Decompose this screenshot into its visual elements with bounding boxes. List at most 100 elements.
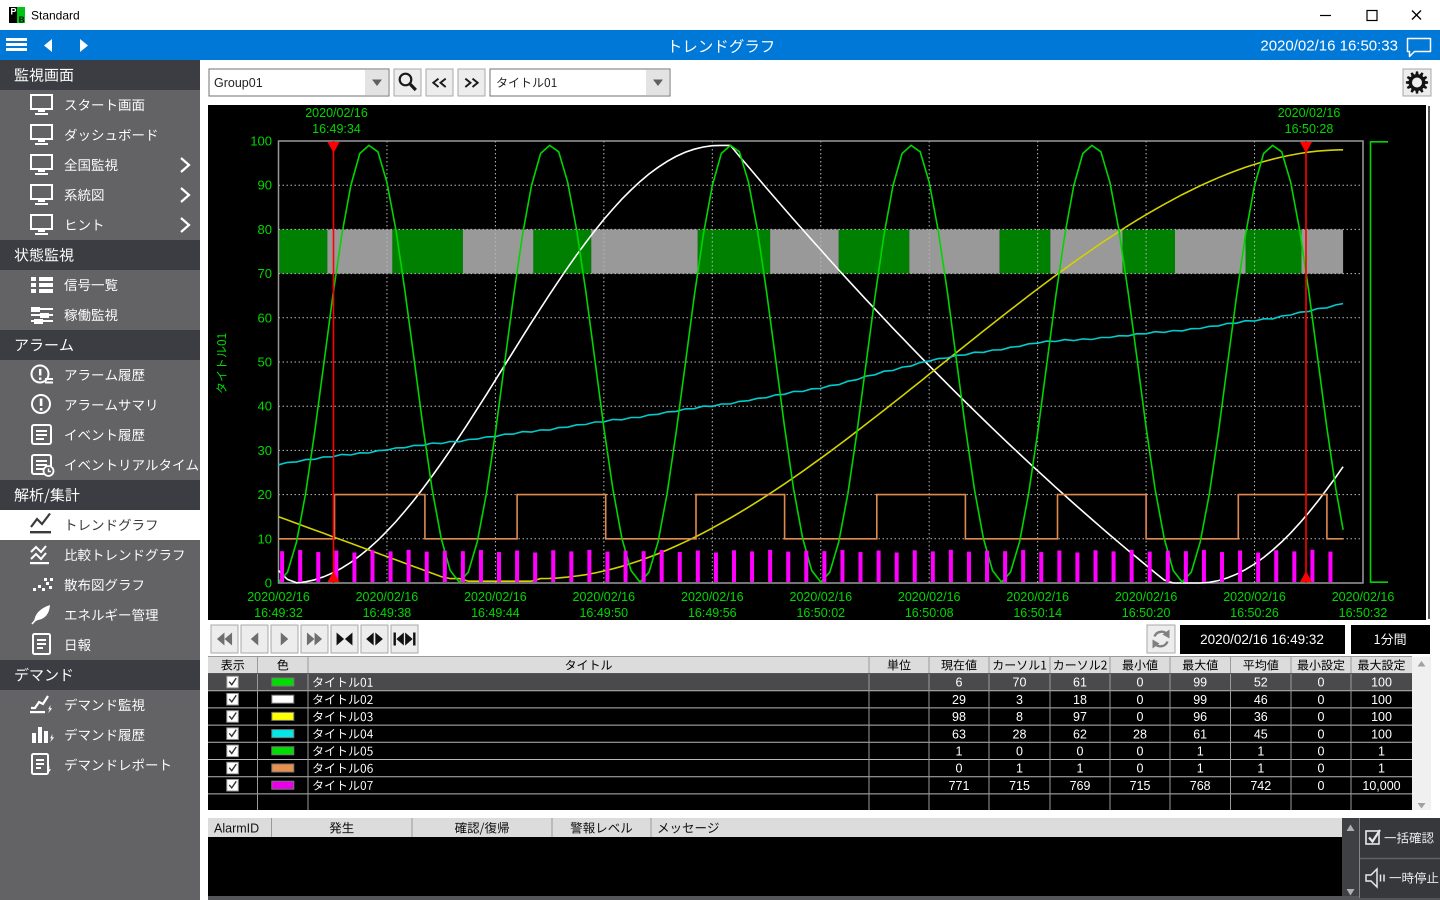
svg-text:16:50:20: 16:50:20: [1122, 606, 1171, 620]
svg-text:1: 1: [956, 745, 963, 759]
svg-text:715: 715: [1130, 779, 1151, 793]
svg-text:100: 100: [1371, 727, 1392, 741]
svg-text:AlarmID: AlarmID: [214, 822, 259, 836]
svg-text:6: 6: [956, 676, 963, 690]
svg-text:768: 768: [1190, 779, 1211, 793]
svg-text:16:49:38: 16:49:38: [363, 606, 412, 620]
svg-text:100: 100: [1371, 710, 1392, 724]
svg-text:0: 0: [1137, 676, 1144, 690]
svg-text:18: 18: [1073, 693, 1087, 707]
svg-text:16:50:02: 16:50:02: [796, 606, 845, 620]
svg-text:1: 1: [1257, 762, 1264, 776]
svg-text:99: 99: [1193, 693, 1207, 707]
svg-text:2020/02/16: 2020/02/16: [1223, 590, 1286, 604]
svg-text:50: 50: [258, 355, 272, 370]
svg-text:16:49:56: 16:49:56: [688, 606, 737, 620]
svg-text:16:49:44: 16:49:44: [471, 606, 520, 620]
svg-text:0: 0: [1137, 710, 1144, 724]
svg-text:0: 0: [1077, 745, 1084, 759]
svg-text:1: 1: [1077, 762, 1084, 776]
svg-text:40: 40: [258, 399, 272, 414]
svg-text:0: 0: [1318, 693, 1325, 707]
svg-text:769: 769: [1070, 779, 1091, 793]
svg-text:2020/02/16: 2020/02/16: [790, 590, 853, 604]
svg-text:Standard: Standard: [31, 9, 80, 23]
svg-text:16:50:08: 16:50:08: [905, 606, 954, 620]
svg-text:63: 63: [952, 727, 966, 741]
svg-text:2020/02/16: 2020/02/16: [1332, 590, 1395, 604]
svg-text:0: 0: [1318, 727, 1325, 741]
svg-text:2020/02/16: 2020/02/16: [898, 590, 961, 604]
svg-text:1: 1: [1016, 762, 1023, 776]
svg-text:0: 0: [1016, 745, 1023, 759]
svg-text:29: 29: [952, 693, 966, 707]
svg-text:62: 62: [1073, 727, 1087, 741]
svg-text:36: 36: [1254, 710, 1268, 724]
svg-text:B: B: [19, 15, 25, 24]
svg-text:96: 96: [1193, 710, 1207, 724]
svg-text:2020/02/16: 2020/02/16: [681, 590, 744, 604]
svg-text:2020/02/16: 2020/02/16: [247, 590, 310, 604]
svg-text:16:50:28: 16:50:28: [1285, 122, 1334, 136]
svg-text:30: 30: [258, 443, 272, 458]
svg-text:97: 97: [1073, 710, 1087, 724]
svg-text:2020/02/16: 2020/02/16: [464, 590, 527, 604]
svg-text:0: 0: [265, 576, 272, 591]
svg-text:0: 0: [1137, 693, 1144, 707]
svg-text:28: 28: [1013, 727, 1027, 741]
svg-text:2020/02/16: 2020/02/16: [356, 590, 419, 604]
svg-text:61: 61: [1073, 676, 1087, 690]
svg-text:16:50:32: 16:50:32: [1339, 606, 1388, 620]
svg-text:46: 46: [1254, 693, 1268, 707]
svg-text:2020/02/16: 2020/02/16: [1115, 590, 1178, 604]
svg-text:0: 0: [1318, 710, 1325, 724]
svg-text:0: 0: [956, 762, 963, 776]
svg-text:52: 52: [1254, 676, 1268, 690]
svg-text:0: 0: [1137, 762, 1144, 776]
svg-text:742: 742: [1250, 779, 1271, 793]
svg-text:2020/02/16 16:49:32: 2020/02/16 16:49:32: [1200, 632, 1324, 647]
svg-text:98: 98: [952, 710, 966, 724]
svg-text:1: 1: [1197, 745, 1204, 759]
svg-text:8: 8: [1016, 710, 1023, 724]
svg-text:2020/02/16: 2020/02/16: [305, 106, 368, 120]
svg-text:60: 60: [258, 310, 272, 325]
svg-text:1: 1: [1378, 762, 1385, 776]
svg-text:70: 70: [258, 266, 272, 281]
svg-text:61: 61: [1193, 727, 1207, 741]
svg-text:771: 771: [949, 779, 970, 793]
svg-text:1: 1: [1197, 762, 1204, 776]
svg-text:10: 10: [258, 531, 272, 546]
svg-text:2020/02/16: 2020/02/16: [573, 590, 636, 604]
svg-text:715: 715: [1009, 779, 1030, 793]
svg-text:16:50:26: 16:50:26: [1230, 606, 1279, 620]
svg-text:2020/02/16: 2020/02/16: [1278, 106, 1341, 120]
svg-text:16:49:34: 16:49:34: [312, 122, 361, 136]
svg-text:100: 100: [1371, 676, 1392, 690]
svg-text:1: 1: [1257, 745, 1264, 759]
svg-text:16:49:32: 16:49:32: [254, 606, 303, 620]
svg-text:0: 0: [1318, 676, 1325, 690]
svg-text:0: 0: [1318, 762, 1325, 776]
svg-text:2020/02/16: 2020/02/16: [1006, 590, 1069, 604]
svg-text:16:49:50: 16:49:50: [579, 606, 628, 620]
svg-text:0: 0: [1137, 745, 1144, 759]
svg-text:100: 100: [1371, 693, 1392, 707]
svg-text:28: 28: [1133, 727, 1147, 741]
svg-text:45: 45: [1254, 727, 1268, 741]
svg-text:10,000: 10,000: [1362, 779, 1400, 793]
svg-text:20: 20: [258, 487, 272, 502]
svg-text:99: 99: [1193, 676, 1207, 690]
svg-text:3: 3: [1016, 693, 1023, 707]
svg-text:100: 100: [250, 134, 272, 149]
svg-text:1: 1: [1378, 745, 1385, 759]
svg-text:70: 70: [1013, 676, 1027, 690]
svg-text:2020/02/16 16:50:33: 2020/02/16 16:50:33: [1260, 38, 1398, 55]
svg-text:0: 0: [1318, 779, 1325, 793]
svg-text:16:50:14: 16:50:14: [1013, 606, 1062, 620]
svg-text:80: 80: [258, 222, 272, 237]
svg-text:Group01: Group01: [214, 76, 263, 90]
svg-text:0: 0: [1318, 745, 1325, 759]
svg-text:P: P: [11, 7, 17, 17]
svg-text:90: 90: [258, 178, 272, 193]
